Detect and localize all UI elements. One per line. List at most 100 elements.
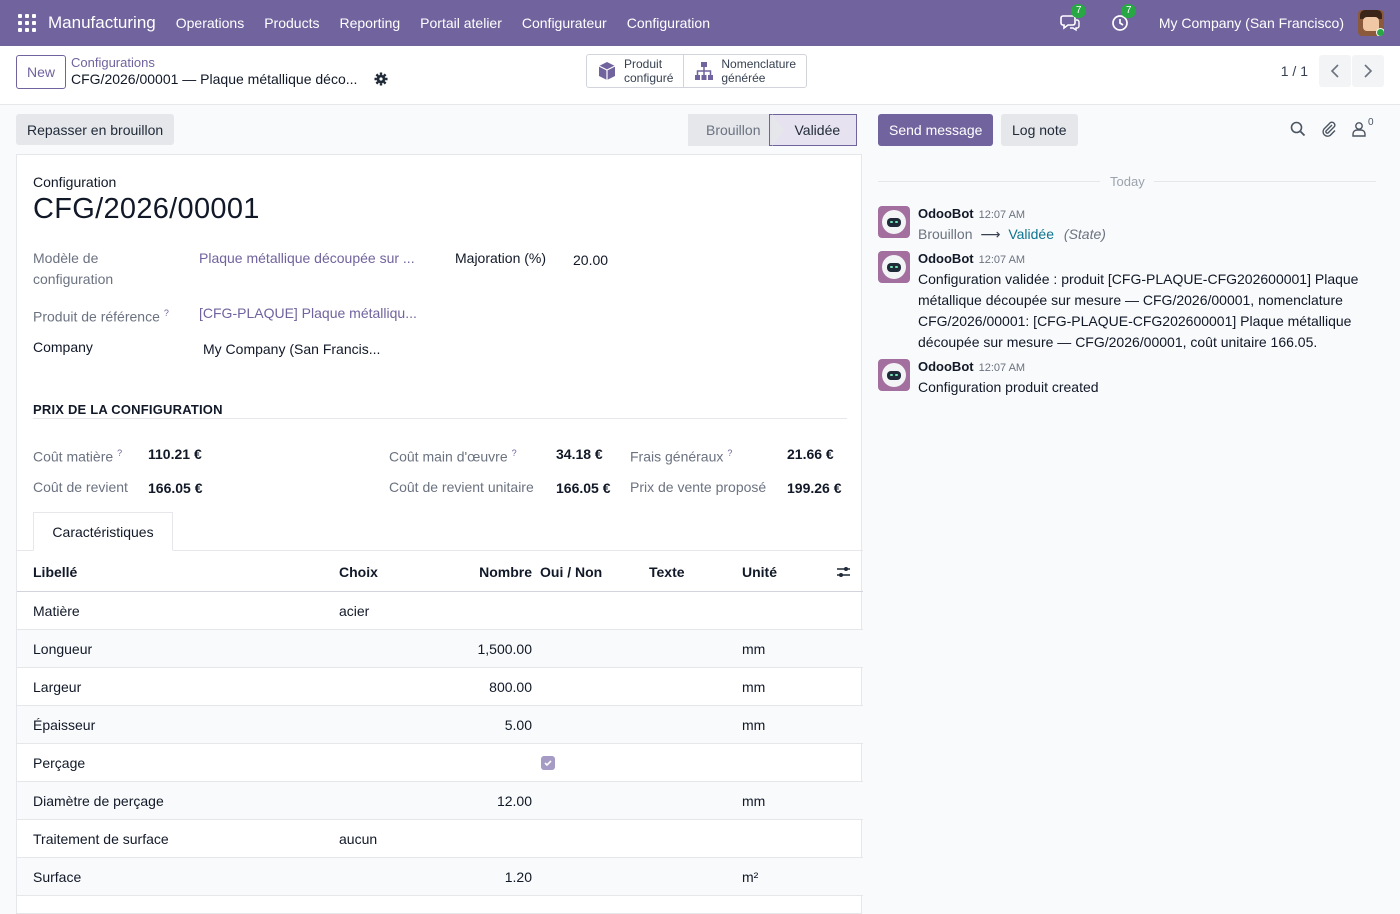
main-navbar: Manufacturing Operations Products Report… [0, 0, 1400, 46]
labor-cost-value: 34.18 € [556, 446, 603, 462]
menu-portail-atelier[interactable]: Portail atelier [420, 15, 502, 31]
table-row[interactable]: Surface 1.20 m² [17, 858, 863, 896]
reference-label: Configuration [33, 174, 117, 190]
row-label: Diamètre de perçage [33, 793, 164, 809]
pager: 1 / 1 [1281, 55, 1384, 87]
activities-icon[interactable]: 7 [1109, 4, 1137, 34]
generated-bom-button[interactable]: Nomenclature générée [684, 55, 806, 87]
table-row[interactable]: Perçage [17, 744, 863, 782]
row-label: Largeur [33, 679, 82, 695]
row-choice: aucun [339, 831, 378, 847]
row-label: Matière [33, 603, 80, 619]
model-field[interactable]: Plaque métallique découpée sur ... [199, 250, 424, 266]
date-separator-line [1154, 181, 1376, 182]
table-row[interactable]: Longueur 1,500.00 mm [17, 630, 863, 668]
row-label: Perçage [33, 755, 86, 771]
odoobot-avatar[interactable] [878, 359, 910, 391]
markup-field[interactable]: 20.00 [573, 252, 608, 268]
row-choice: acier [339, 603, 370, 619]
col-text[interactable]: Texte [649, 564, 685, 580]
app-name[interactable]: Manufacturing [48, 13, 156, 33]
row-label: Épaisseur [33, 717, 96, 733]
table-row[interactable]: Diamètre de perçage 12.00 mm [17, 782, 863, 820]
row-yesno-checkbox[interactable] [541, 756, 555, 770]
message-time: 12:07 AM [978, 254, 1026, 266]
send-message-button[interactable]: Send message [878, 114, 994, 146]
table-row[interactable]: Largeur 800.00 mm [17, 668, 863, 706]
reset-to-draft-button[interactable]: Repasser en brouillon [16, 114, 175, 145]
configured-product-line1: Produit [624, 57, 663, 71]
tracking-old: Brouillon [918, 226, 973, 242]
unit-cost-value: 166.05 € [556, 480, 611, 496]
unit-cost-label: Coût de revient unitaire [389, 479, 534, 495]
column-settings-icon[interactable] [836, 565, 851, 582]
row-number: 1,500.00 [477, 641, 533, 657]
pager-value[interactable]: 1 / 1 [1281, 63, 1308, 79]
log-note-button[interactable]: Log note [1001, 114, 1078, 146]
message-body: Configuration produit created [918, 379, 1099, 395]
menu-configuration[interactable]: Configuration [627, 15, 710, 31]
apps-menu-icon[interactable] [18, 14, 36, 32]
sale-price-label: Prix de vente proposé [630, 479, 767, 495]
followers-icon[interactable]: 0 [1352, 117, 1374, 140]
menu-operations[interactable]: Operations [176, 15, 244, 31]
date-separator-line [878, 181, 1100, 182]
company-switcher[interactable]: My Company (San Francisco) [1159, 15, 1344, 31]
labor-cost-label: Coût main d'œuvre? [389, 448, 517, 465]
tracking-field: (State) [1063, 226, 1106, 242]
smart-buttons: Produit configuré Nomenclature générée [586, 54, 808, 88]
model-label: Modèle de configuration [33, 250, 114, 287]
odoobot-avatar[interactable] [878, 251, 910, 283]
company-field[interactable]: My Company (San Francis... [203, 341, 380, 357]
table-row[interactable]: Matière acier [17, 592, 863, 630]
col-number[interactable]: Nombre [479, 564, 532, 580]
gear-icon[interactable] [374, 72, 388, 89]
table-header: Libellé Choix Nombre Oui / Non Texte Uni… [17, 551, 863, 592]
table-row[interactable]: Traitement de surface aucun [17, 820, 863, 858]
col-label[interactable]: Libellé [33, 564, 77, 580]
ref-product-field[interactable]: [CFG-PLAQUE] Plaque métalliqu... [199, 305, 424, 321]
chevron-left-icon[interactable] [1319, 55, 1351, 87]
odoobot-avatar[interactable] [878, 206, 910, 238]
sale-price-value: 199.26 € [787, 480, 842, 496]
row-number: 800.00 [489, 679, 532, 695]
arrow-right-icon: ⟶ [980, 226, 1001, 242]
ref-product-label: Produit de référence? [33, 308, 169, 325]
chevron-right-icon[interactable] [1352, 55, 1384, 87]
search-icon[interactable] [1290, 121, 1306, 140]
material-cost-label: Coût matière? [33, 448, 123, 465]
generated-bom-line2: générée [721, 71, 766, 85]
col-unit[interactable]: Unité [742, 564, 777, 580]
markup-label: Majoration (%) [455, 250, 547, 266]
date-separator: Today [1110, 174, 1145, 189]
reference-title: CFG/2026/00001 [33, 193, 260, 225]
sitemap-icon [695, 62, 714, 80]
row-unit: mm [742, 641, 766, 657]
message-body: Configuration validée : produit [CFG-PLA… [918, 271, 1359, 350]
control-panel: New Configurations CFG/2026/00001 — Plaq… [0, 46, 1400, 105]
message-author: OdooBot 12:07 AM [918, 251, 1026, 266]
activities-badge: 7 [1120, 4, 1137, 18]
message-author: OdooBot 12:07 AM [918, 206, 1026, 221]
breadcrumb-parent[interactable]: Configurations [71, 55, 155, 70]
menu-products[interactable]: Products [264, 15, 319, 31]
configured-product-button[interactable]: Produit configuré [587, 55, 685, 87]
row-number: 1.20 [504, 869, 532, 885]
tab-characteristics[interactable]: Caractéristiques [33, 512, 173, 551]
stage-draft[interactable]: Brouillon [688, 114, 771, 146]
row-number: 5.00 [504, 717, 532, 733]
user-avatar[interactable] [1358, 10, 1384, 36]
stage-arrow [772, 114, 784, 146]
row-unit: mm [742, 717, 766, 733]
table-row[interactable]: Épaisseur 5.00 mm [17, 706, 863, 744]
section-divider [33, 418, 847, 419]
col-yesno[interactable]: Oui / Non [540, 564, 602, 580]
messages-icon[interactable]: 7 [1059, 4, 1087, 34]
paperclip-icon[interactable] [1321, 121, 1337, 140]
cost-price-label: Coût de revient [33, 479, 128, 495]
menu-reporting[interactable]: Reporting [339, 15, 400, 31]
message-time: 12:07 AM [978, 362, 1026, 374]
new-button[interactable]: New [16, 55, 67, 89]
col-choice[interactable]: Choix [339, 564, 378, 580]
menu-configurateur[interactable]: Configurateur [522, 15, 607, 31]
